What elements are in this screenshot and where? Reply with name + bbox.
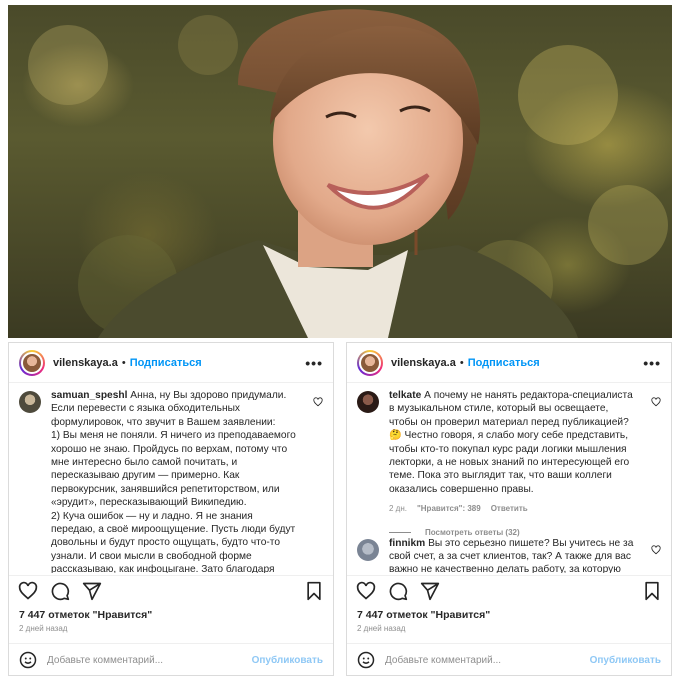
comment-body: telkate А почему не нанять редактора-спе… [389, 389, 637, 516]
author-avatar[interactable] [19, 349, 45, 376]
commenter-avatar[interactable] [357, 391, 379, 413]
comment-input[interactable]: Добавьте комментарий... [47, 655, 163, 666]
comment-body: finnikm Вы это серьезно пишете? Вы учите… [389, 537, 637, 573]
comment-text: Вы это серьезно пишете? Вы учитесь не за… [389, 537, 634, 573]
more-options-icon[interactable]: ••• [305, 355, 323, 371]
comment-icon[interactable] [50, 581, 70, 601]
bookmark-icon[interactable] [642, 581, 662, 601]
portrait-illustration [28, 9, 668, 338]
comment-text: Анна, ну Вы здорово придумали. Если пере… [51, 390, 296, 573]
bookmark-icon[interactable] [304, 581, 324, 601]
replies-divider [389, 531, 411, 533]
smiley-icon[interactable] [357, 651, 375, 669]
commenter-avatar[interactable] [19, 391, 41, 413]
likes-count[interactable]: 7 447 отметок "Нравится" [19, 609, 152, 621]
reply-button[interactable]: Ответить [491, 502, 528, 515]
comment-like-icon[interactable] [651, 545, 661, 558]
post-date: 2 дней назад [19, 624, 68, 633]
publish-button[interactable]: Опубликовать [252, 655, 323, 666]
publish-button[interactable]: Опубликовать [590, 655, 661, 666]
share-icon[interactable] [82, 581, 102, 601]
view-replies-button[interactable]: Посмотреть ответы (32) [389, 528, 661, 537]
more-options-icon[interactable]: ••• [643, 355, 661, 371]
post-header: vilenskaya.a • Подписаться ••• [347, 343, 671, 383]
post-panel-right: vilenskaya.a • Подписаться ••• telkate А… [346, 342, 672, 676]
comments-list[interactable]: telkate А почему не нанять редактора-спе… [347, 383, 671, 573]
comment-meta: 2 дн. "Нравится": 389 Ответить [389, 502, 637, 515]
header-separator: • [121, 356, 126, 369]
comment-item: finnikm Вы это серьезно пишете? Вы учите… [357, 537, 661, 573]
commenter-username[interactable]: telkate [389, 390, 421, 401]
heart-icon[interactable] [18, 581, 38, 601]
post-date: 2 дней назад [357, 624, 406, 633]
add-comment-bar: Добавьте комментарий... Опубликовать [9, 643, 333, 675]
comment-like-icon[interactable] [651, 397, 661, 410]
heart-icon[interactable] [356, 581, 376, 601]
comment-icon[interactable] [388, 581, 408, 601]
post-header: vilenskaya.a • Подписаться ••• [9, 343, 333, 383]
comment-like-icon[interactable] [313, 397, 323, 410]
author-username[interactable]: vilenskaya.a [391, 357, 456, 369]
post-panel-left: vilenskaya.a • Подписаться ••• samuan_sp… [8, 342, 334, 676]
post-photo [8, 5, 672, 338]
comment-likes[interactable]: "Нравится": 389 [417, 502, 481, 515]
follow-button[interactable]: Подписаться [130, 357, 202, 369]
share-icon[interactable] [420, 581, 440, 601]
likes-count[interactable]: 7 447 отметок "Нравится" [357, 609, 490, 621]
commenter-avatar[interactable] [357, 538, 379, 561]
add-comment-bar: Добавьте комментарий... Опубликовать [347, 643, 671, 675]
comment-time: 2 дн. [389, 504, 407, 514]
commenter-username[interactable]: finnikm [389, 538, 425, 549]
comment-text: А почему не нанять редактора-специалиста… [389, 390, 633, 495]
comments-list[interactable]: samuan_speshl Анна, ну Вы здорово придум… [9, 383, 333, 573]
author-username[interactable]: vilenskaya.a [53, 357, 118, 369]
post-actions [9, 575, 333, 605]
post-actions [347, 575, 671, 605]
comment-input[interactable]: Добавьте комментарий... [385, 655, 501, 666]
smiley-icon[interactable] [19, 651, 37, 669]
follow-button[interactable]: Подписаться [468, 357, 540, 369]
header-separator: • [459, 356, 464, 369]
view-replies-label: Посмотреть ответы (32) [425, 527, 520, 537]
commenter-username[interactable]: samuan_speshl [51, 390, 127, 401]
author-avatar[interactable] [357, 349, 383, 376]
comment-item: telkate А почему не нанять редактора-спе… [357, 389, 661, 516]
comment-body: samuan_speshl Анна, ну Вы здорово придум… [51, 389, 299, 573]
comment-item: samuan_speshl Анна, ну Вы здорово придум… [19, 389, 323, 573]
